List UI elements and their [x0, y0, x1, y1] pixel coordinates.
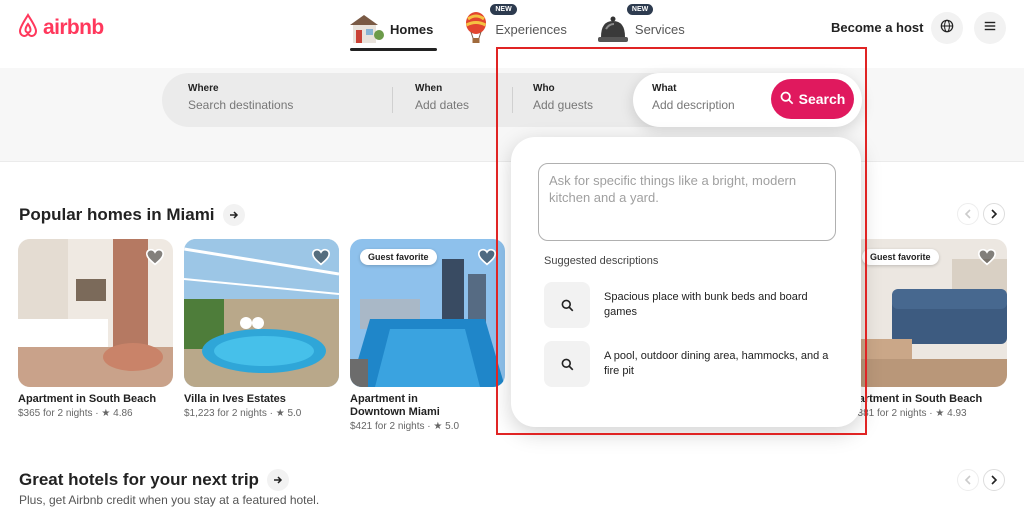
what-value: Add description: [652, 98, 735, 112]
chevron-left-icon: [964, 475, 971, 485]
who-field[interactable]: Who Add guests: [533, 83, 593, 112]
when-value: Add dates: [415, 98, 470, 112]
active-tab-indicator: [350, 48, 438, 51]
airbnb-logo-icon: [16, 12, 40, 43]
listing-meta: $365 for 2 nights · ★ 4.86: [18, 408, 133, 419]
search-button[interactable]: Search: [771, 79, 854, 119]
who-value: Add guests: [533, 98, 594, 112]
description-dropdown: Ask for specific things like a bright, m…: [511, 137, 861, 427]
guest-favorite-badge: Guest favorite: [862, 249, 939, 265]
search-icon: [780, 91, 794, 108]
listing-title: Apartment in South Beach: [18, 393, 157, 405]
divider: [392, 87, 393, 113]
listing-card[interactable]: Apartment in South Beach $365 for 2 nigh…: [18, 239, 173, 419]
carousel-prev-button[interactable]: [957, 469, 979, 491]
listing-card[interactable]: Guest favorite Apartment in Downtown Mia…: [350, 239, 505, 432]
section-title: Popular homes in Miami: [19, 205, 215, 224]
listing-photo[interactable]: Guest favorite: [852, 239, 1007, 387]
suggestion-text: A pool, outdoor dining area, hammocks, a…: [604, 350, 829, 377]
tab-services-label: Services: [634, 21, 685, 37]
when-field[interactable]: When Add dates: [415, 83, 469, 112]
what-label: What: [652, 83, 677, 94]
listing-card[interactable]: Guest favorite partment in South Beach $…: [852, 239, 1007, 419]
chevron-left-icon: [964, 209, 971, 219]
suggestion-text: Spacious place with bunk beds and board …: [604, 291, 808, 318]
guest-favorite-badge: Guest favorite: [360, 249, 437, 265]
listing-title: Apartment in Downtown Miami: [350, 393, 440, 418]
who-label: Who: [533, 83, 555, 94]
carousel-next-button[interactable]: [983, 203, 1005, 225]
new-badge: NEW: [626, 4, 654, 15]
listing-photo[interactable]: [18, 239, 173, 387]
suggested-descriptions-heading: Suggested descriptions: [544, 255, 659, 267]
chevron-right-icon: [991, 209, 998, 219]
where-label: Where: [188, 83, 219, 94]
airbnb-wordmark: airbnb: [43, 15, 104, 39]
when-label: When: [415, 83, 443, 94]
hotels-heading[interactable]: Great hotels for your next trip: [19, 469, 289, 491]
listing-title: Villa in Ives Estates: [184, 393, 286, 405]
tab-services[interactable]: NEW Services: [597, 4, 685, 48]
heart-icon[interactable]: [145, 248, 165, 271]
popular-homes-heading[interactable]: Popular homes in Miami: [19, 204, 245, 226]
hot-air-balloon-icon: [463, 11, 489, 48]
arrow-right-icon: [222, 204, 245, 226]
arrow-right-icon: [266, 469, 289, 491]
heart-icon[interactable]: [311, 248, 331, 271]
description-textarea[interactable]: Ask for specific things like a bright, m…: [538, 163, 836, 241]
language-button[interactable]: [931, 12, 963, 44]
divider: [512, 87, 513, 113]
listing-title: partment in South Beach: [852, 393, 983, 405]
listing-card[interactable]: Villa in Ives Estates $1,223 for 2 night…: [184, 239, 339, 419]
tab-homes-label: Homes: [390, 21, 434, 37]
tab-experiences[interactable]: NEW Experiences: [463, 4, 567, 48]
house-icon: [346, 11, 384, 48]
listing-meta: $421 for 2 nights · ★ 5.0: [350, 421, 460, 432]
search-button-label: Search: [798, 91, 846, 107]
menu-icon: [983, 19, 997, 38]
search-icon: [544, 341, 590, 387]
where-value: Search destinations: [188, 98, 294, 112]
hotels-subtitle: Plus, get Airbnb credit when you stay at…: [19, 493, 320, 507]
suggestion-item[interactable]: A pool, outdoor dining area, hammocks, a…: [544, 341, 839, 387]
carousel-next-button[interactable]: [983, 469, 1005, 491]
heart-icon[interactable]: [977, 248, 997, 271]
airbnb-logo[interactable]: airbnb: [16, 12, 104, 43]
carousel-prev-button[interactable]: [957, 203, 979, 225]
what-field-text: What Add description: [652, 83, 735, 112]
listing-meta: $1,223 for 2 nights · ★ 5.0: [184, 408, 302, 419]
listing-photo[interactable]: [184, 239, 339, 387]
service-bell-icon: [597, 11, 629, 48]
section-title: Great hotels for your next trip: [19, 470, 259, 489]
new-badge: NEW: [490, 4, 517, 15]
chevron-right-icon: [991, 475, 998, 485]
where-field[interactable]: Where Search destinations: [188, 83, 293, 112]
tab-homes[interactable]: Homes: [346, 11, 438, 51]
tab-experiences-label: Experiences: [495, 21, 567, 37]
heart-icon[interactable]: [477, 248, 497, 271]
top-nav: Homes NEW Experiences NEW Services: [340, 4, 685, 51]
listing-photo[interactable]: Guest favorite: [350, 239, 505, 387]
search-icon: [544, 282, 590, 328]
listing-meta: $381 for 2 nights · ★ 4.93: [852, 408, 967, 419]
become-a-host-link[interactable]: Become a host: [831, 20, 923, 35]
suggestion-item[interactable]: Spacious place with bunk beds and board …: [544, 282, 839, 328]
globe-icon: [940, 19, 954, 38]
main-menu-button[interactable]: [974, 12, 1006, 44]
